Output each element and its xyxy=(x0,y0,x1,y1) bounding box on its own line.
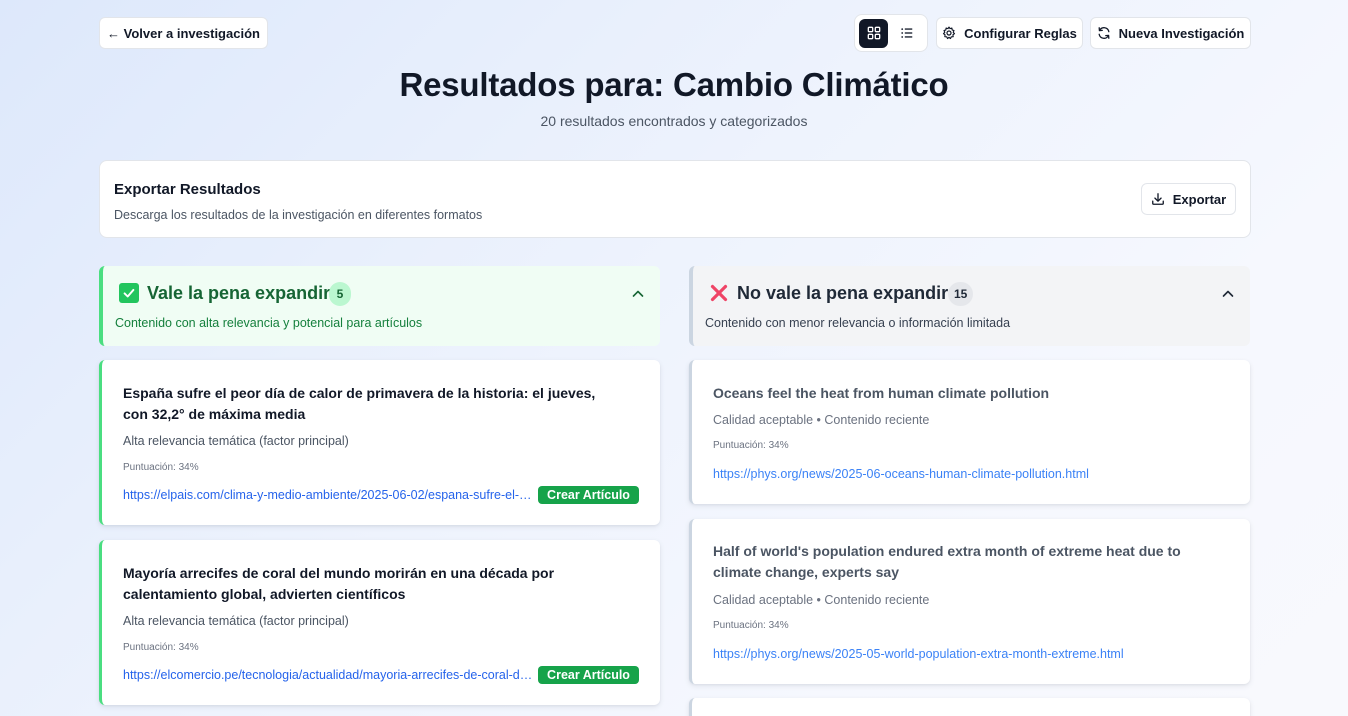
result-score: Puntuación: 34% xyxy=(123,462,199,473)
page-subtitle: 20 resultados encontrados y categorizado… xyxy=(540,113,808,129)
page-title: Resultados para: Cambio Climático xyxy=(399,66,949,103)
category-worth-expanding[interactable]: Vale la pena expandir Contenido con alta… xyxy=(99,266,660,346)
configure-rules-label: Configurar Reglas xyxy=(964,25,1077,41)
result-link[interactable]: https://elcomercio.pe/tecnologia/actuali… xyxy=(123,668,533,682)
result-title: Oceans feel the heat from human climate … xyxy=(713,385,1050,401)
x-mark-icon xyxy=(709,283,729,303)
result-link[interactable]: https://phys.org/news/2025-05-world-popu… xyxy=(713,647,1233,661)
result-card[interactable]: Half of world's population endured extra… xyxy=(689,519,1250,684)
configure-rules-button[interactable]: Configurar Reglas xyxy=(936,17,1083,49)
category-title: No vale la pena expandir xyxy=(737,283,949,303)
export-title: Exportar Resultados xyxy=(114,181,261,198)
gear-icon xyxy=(943,26,956,40)
download-icon xyxy=(1151,193,1164,205)
result-reason: Alta relevancia temática (factor princip… xyxy=(123,434,349,448)
view-toggle xyxy=(854,14,928,52)
back-button[interactable]: ← Volver a investigación xyxy=(99,17,268,49)
result-title: España sufre el peor día de calor de pri… xyxy=(123,385,596,422)
result-score: Puntuación: 34% xyxy=(713,620,789,631)
category-description: Contenido con alta relevancia y potencia… xyxy=(115,316,423,330)
result-link[interactable]: https://elpais.com/clima-y-medio-ambient… xyxy=(123,488,533,502)
export-button[interactable]: Exportar xyxy=(1141,183,1236,215)
new-investigation-label: Nueva Investigación xyxy=(1118,25,1245,41)
result-reason: Calidad aceptable • Contenido reciente xyxy=(713,413,930,427)
result-link[interactable]: https://phys.org/news/2025-06-oceans-hum… xyxy=(713,467,1233,481)
category-not-worth-expanding[interactable]: No vale la pena expandir Contenido con m… xyxy=(689,266,1250,346)
result-reason: Calidad aceptable • Contenido reciente xyxy=(713,593,930,607)
result-title: Half of world's population endured extra… xyxy=(713,543,1181,580)
export-description: Descarga los resultados de la investigac… xyxy=(114,208,483,222)
create-article-button[interactable]: Crear Artículo xyxy=(538,486,639,504)
result-score: Puntuación: 34% xyxy=(713,440,789,451)
count-badge: 5 xyxy=(329,282,351,306)
grid-view-button[interactable] xyxy=(859,18,888,48)
result-title: Mayoría arrecifes de coral del mundo mor… xyxy=(123,565,555,602)
count-badge: 15 xyxy=(948,282,974,306)
result-card[interactable]: Oceans feel the heat from human climate … xyxy=(689,360,1250,504)
result-score: Puntuación: 34% xyxy=(123,642,199,653)
chevron-up-icon[interactable] xyxy=(630,286,646,302)
new-investigation-button[interactable]: Nueva Investigación xyxy=(1090,17,1251,49)
export-panel: Exportar Resultados Descarga los resulta… xyxy=(99,160,1251,238)
grid-icon xyxy=(867,26,880,40)
category-description: Contenido con menor relevancia o informa… xyxy=(705,316,1011,330)
result-reason: Alta relevancia temática (factor princip… xyxy=(123,614,349,628)
result-card[interactable]: España sufre el peor día de calor de pri… xyxy=(99,360,660,525)
create-article-button[interactable]: Crear Artículo xyxy=(538,666,639,684)
refresh-icon xyxy=(1098,27,1110,39)
back-button-label: ← Volver a investigación xyxy=(107,25,260,41)
list-view-button[interactable] xyxy=(892,19,921,48)
result-card[interactable] xyxy=(689,698,1250,716)
check-box-icon xyxy=(119,283,139,303)
chevron-up-icon[interactable] xyxy=(1220,286,1236,302)
export-button-label: Exportar xyxy=(1172,191,1227,207)
list-icon xyxy=(900,28,912,38)
result-card[interactable]: Mayoría arrecifes de coral del mundo mor… xyxy=(99,540,660,705)
category-title: Vale la pena expandir xyxy=(147,283,331,303)
